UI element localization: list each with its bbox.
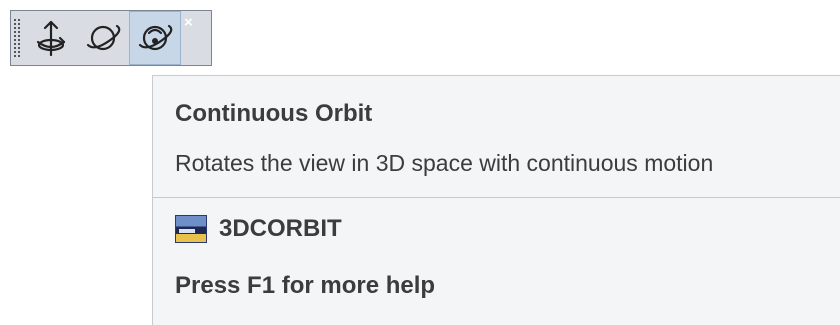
constrained-orbit-button[interactable] <box>25 11 77 65</box>
free-orbit-icon <box>86 24 121 51</box>
continuous-orbit-icon <box>138 24 173 51</box>
close-icon[interactable]: × <box>184 15 193 30</box>
command-window-icon <box>175 215 207 243</box>
toolbar-grip-handle[interactable] <box>11 11 25 65</box>
toolbar-close-area: × <box>181 11 199 65</box>
tooltip-help-hint: Press F1 for more help <box>175 272 436 299</box>
tooltip-description: Rotates the view in 3D space with contin… <box>175 150 714 176</box>
orbit-toolbar: × <box>10 10 212 66</box>
constrained-orbit-icon <box>36 20 66 57</box>
continuous-orbit-button[interactable] <box>129 11 181 65</box>
tooltip-command-row: 3DCORBIT <box>175 215 342 243</box>
tooltip-divider <box>153 197 840 198</box>
tooltip-title: Continuous Orbit <box>175 100 373 127</box>
free-orbit-button[interactable] <box>77 11 129 65</box>
command-tooltip: Continuous Orbit Rotates the view in 3D … <box>152 75 840 325</box>
tooltip-command-name: 3DCORBIT <box>219 215 342 242</box>
